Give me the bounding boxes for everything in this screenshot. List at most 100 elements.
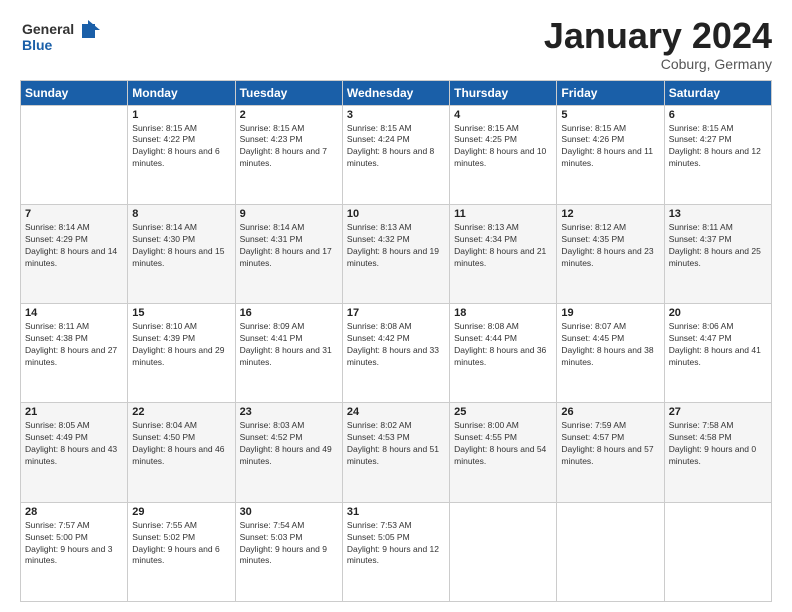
calendar-table: SundayMondayTuesdayWednesdayThursdayFrid… bbox=[20, 80, 772, 602]
day-info: Sunrise: 8:10 AMSunset: 4:39 PMDaylight:… bbox=[132, 321, 230, 369]
header-cell-saturday: Saturday bbox=[664, 80, 771, 105]
day-number: 25 bbox=[454, 406, 552, 418]
day-info: Sunrise: 8:14 AMSunset: 4:29 PMDaylight:… bbox=[25, 222, 123, 270]
day-info: Sunrise: 8:13 AMSunset: 4:34 PMDaylight:… bbox=[454, 222, 552, 270]
day-number: 3 bbox=[347, 109, 445, 121]
day-number: 26 bbox=[561, 406, 659, 418]
calendar-cell: 15 Sunrise: 8:10 AMSunset: 4:39 PMDayligh… bbox=[128, 304, 235, 403]
header: General Blue January 2024 Coburg, German… bbox=[20, 16, 772, 72]
day-number: 12 bbox=[561, 208, 659, 220]
calendar-cell: 10 Sunrise: 8:13 AMSunset: 4:32 PMDayligh… bbox=[342, 204, 449, 303]
day-number: 14 bbox=[25, 307, 123, 319]
day-number: 16 bbox=[240, 307, 338, 319]
calendar-cell: 20 Sunrise: 8:06 AMSunset: 4:47 PMDayligh… bbox=[664, 304, 771, 403]
day-number: 5 bbox=[561, 109, 659, 121]
day-number: 21 bbox=[25, 406, 123, 418]
calendar-cell: 22Sunrise: 8:04 AMSunset: 4:50 PMDayligh… bbox=[128, 403, 235, 502]
calendar-cell: 9 Sunrise: 8:14 AMSunset: 4:31 PMDaylight… bbox=[235, 204, 342, 303]
day-info: Sunrise: 7:54 AMSunset: 5:03 PMDaylight:… bbox=[240, 520, 338, 568]
day-number: 20 bbox=[669, 307, 767, 319]
day-info: Sunrise: 8:11 AMSunset: 4:37 PMDaylight:… bbox=[669, 222, 767, 270]
day-info: Sunrise: 8:15 AMSunset: 4:23 PMDaylight:… bbox=[240, 123, 338, 171]
calendar-week-row: 14Sunrise: 8:11 AMSunset: 4:38 PMDayligh… bbox=[21, 304, 772, 403]
day-info: Sunrise: 8:14 AMSunset: 4:30 PMDaylight:… bbox=[132, 222, 230, 270]
svg-text:General: General bbox=[22, 21, 74, 37]
day-info: Sunrise: 8:13 AMSunset: 4:32 PMDaylight:… bbox=[347, 222, 445, 270]
day-number: 2 bbox=[240, 109, 338, 121]
day-info: Sunrise: 7:58 AMSunset: 4:58 PMDaylight:… bbox=[669, 420, 767, 468]
calendar-cell: 1 Sunrise: 8:15 AMSunset: 4:22 PMDaylight… bbox=[128, 105, 235, 204]
day-info: Sunrise: 8:07 AMSunset: 4:45 PMDaylight:… bbox=[561, 321, 659, 369]
calendar-cell: 11 Sunrise: 8:13 AMSunset: 4:34 PMDayligh… bbox=[450, 204, 557, 303]
calendar-cell: 28Sunrise: 7:57 AMSunset: 5:00 PMDayligh… bbox=[21, 502, 128, 601]
day-number: 31 bbox=[347, 506, 445, 518]
day-number: 15 bbox=[132, 307, 230, 319]
day-number: 1 bbox=[132, 109, 230, 121]
logo: General Blue bbox=[20, 16, 110, 65]
day-number: 17 bbox=[347, 307, 445, 319]
calendar-cell: 5Sunrise: 8:15 AMSunset: 4:26 PMDaylight… bbox=[557, 105, 664, 204]
day-number: 6 bbox=[669, 109, 767, 121]
calendar-week-row: 28Sunrise: 7:57 AMSunset: 5:00 PMDayligh… bbox=[21, 502, 772, 601]
day-number: 24 bbox=[347, 406, 445, 418]
calendar-cell: 18Sunrise: 8:08 AMSunset: 4:44 PMDayligh… bbox=[450, 304, 557, 403]
calendar-cell bbox=[557, 502, 664, 601]
calendar-cell: 31Sunrise: 7:53 AMSunset: 5:05 PMDayligh… bbox=[342, 502, 449, 601]
day-number: 19 bbox=[561, 307, 659, 319]
header-cell-thursday: Thursday bbox=[450, 80, 557, 105]
header-cell-wednesday: Wednesday bbox=[342, 80, 449, 105]
day-info: Sunrise: 8:00 AMSunset: 4:55 PMDaylight:… bbox=[454, 420, 552, 468]
day-number: 22 bbox=[132, 406, 230, 418]
day-number: 23 bbox=[240, 406, 338, 418]
day-number: 11 bbox=[454, 208, 552, 220]
calendar-cell: 6 Sunrise: 8:15 AMSunset: 4:27 PMDaylight… bbox=[664, 105, 771, 204]
svg-text:Blue: Blue bbox=[22, 37, 53, 53]
calendar-cell bbox=[21, 105, 128, 204]
day-info: Sunrise: 8:12 AMSunset: 4:35 PMDaylight:… bbox=[561, 222, 659, 270]
calendar-title: January 2024 bbox=[544, 16, 772, 56]
day-number: 27 bbox=[669, 406, 767, 418]
day-number: 29 bbox=[132, 506, 230, 518]
day-info: Sunrise: 8:14 AMSunset: 4:31 PMDaylight:… bbox=[240, 222, 338, 270]
day-info: Sunrise: 8:15 AMSunset: 4:24 PMDaylight:… bbox=[347, 123, 445, 171]
calendar-cell: 13 Sunrise: 8:11 AMSunset: 4:37 PMDayligh… bbox=[664, 204, 771, 303]
calendar-cell: 27 Sunrise: 7:58 AMSunset: 4:58 PMDayligh… bbox=[664, 403, 771, 502]
day-info: Sunrise: 7:59 AMSunset: 4:57 PMDaylight:… bbox=[561, 420, 659, 468]
day-number: 9 bbox=[240, 208, 338, 220]
day-number: 10 bbox=[347, 208, 445, 220]
day-info: Sunrise: 8:08 AMSunset: 4:42 PMDaylight:… bbox=[347, 321, 445, 369]
calendar-cell: 14Sunrise: 8:11 AMSunset: 4:38 PMDayligh… bbox=[21, 304, 128, 403]
calendar-cell: 2 Sunrise: 8:15 AMSunset: 4:23 PMDaylight… bbox=[235, 105, 342, 204]
header-cell-tuesday: Tuesday bbox=[235, 80, 342, 105]
calendar-week-row: 1 Sunrise: 8:15 AMSunset: 4:22 PMDaylight… bbox=[21, 105, 772, 204]
header-cell-sunday: Sunday bbox=[21, 80, 128, 105]
day-info: Sunrise: 8:08 AMSunset: 4:44 PMDaylight:… bbox=[454, 321, 552, 369]
calendar-cell: 30 Sunrise: 7:54 AMSunset: 5:03 PMDayligh… bbox=[235, 502, 342, 601]
calendar-cell: 23Sunrise: 8:03 AMSunset: 4:52 PMDayligh… bbox=[235, 403, 342, 502]
calendar-week-row: 7 Sunrise: 8:14 AMSunset: 4:29 PMDaylight… bbox=[21, 204, 772, 303]
calendar-subtitle: Coburg, Germany bbox=[544, 56, 772, 72]
day-number: 28 bbox=[25, 506, 123, 518]
day-info: Sunrise: 8:15 AMSunset: 4:22 PMDaylight:… bbox=[132, 123, 230, 171]
header-cell-friday: Friday bbox=[557, 80, 664, 105]
day-info: Sunrise: 7:55 AMSunset: 5:02 PMDaylight:… bbox=[132, 520, 230, 568]
calendar-cell: 16Sunrise: 8:09 AMSunset: 4:41 PMDayligh… bbox=[235, 304, 342, 403]
calendar-cell: 19 Sunrise: 8:07 AMSunset: 4:45 PMDayligh… bbox=[557, 304, 664, 403]
day-number: 4 bbox=[454, 109, 552, 121]
calendar-page: General Blue January 2024 Coburg, German… bbox=[0, 0, 792, 612]
day-number: 8 bbox=[132, 208, 230, 220]
day-info: Sunrise: 8:06 AMSunset: 4:47 PMDaylight:… bbox=[669, 321, 767, 369]
day-number: 30 bbox=[240, 506, 338, 518]
calendar-header-row: SundayMondayTuesdayWednesdayThursdayFrid… bbox=[21, 80, 772, 105]
calendar-cell bbox=[450, 502, 557, 601]
day-number: 7 bbox=[25, 208, 123, 220]
header-cell-monday: Monday bbox=[128, 80, 235, 105]
logo-icon: General Blue bbox=[20, 16, 110, 60]
day-info: Sunrise: 8:15 AMSunset: 4:27 PMDaylight:… bbox=[669, 123, 767, 171]
calendar-cell: 4 Sunrise: 8:15 AMSunset: 4:25 PMDaylight… bbox=[450, 105, 557, 204]
calendar-cell: 7 Sunrise: 8:14 AMSunset: 4:29 PMDaylight… bbox=[21, 204, 128, 303]
day-number: 13 bbox=[669, 208, 767, 220]
day-info: Sunrise: 8:05 AMSunset: 4:49 PMDaylight:… bbox=[25, 420, 123, 468]
calendar-cell: 17 Sunrise: 8:08 AMSunset: 4:42 PMDayligh… bbox=[342, 304, 449, 403]
day-info: Sunrise: 8:15 AMSunset: 4:25 PMDaylight:… bbox=[454, 123, 552, 171]
